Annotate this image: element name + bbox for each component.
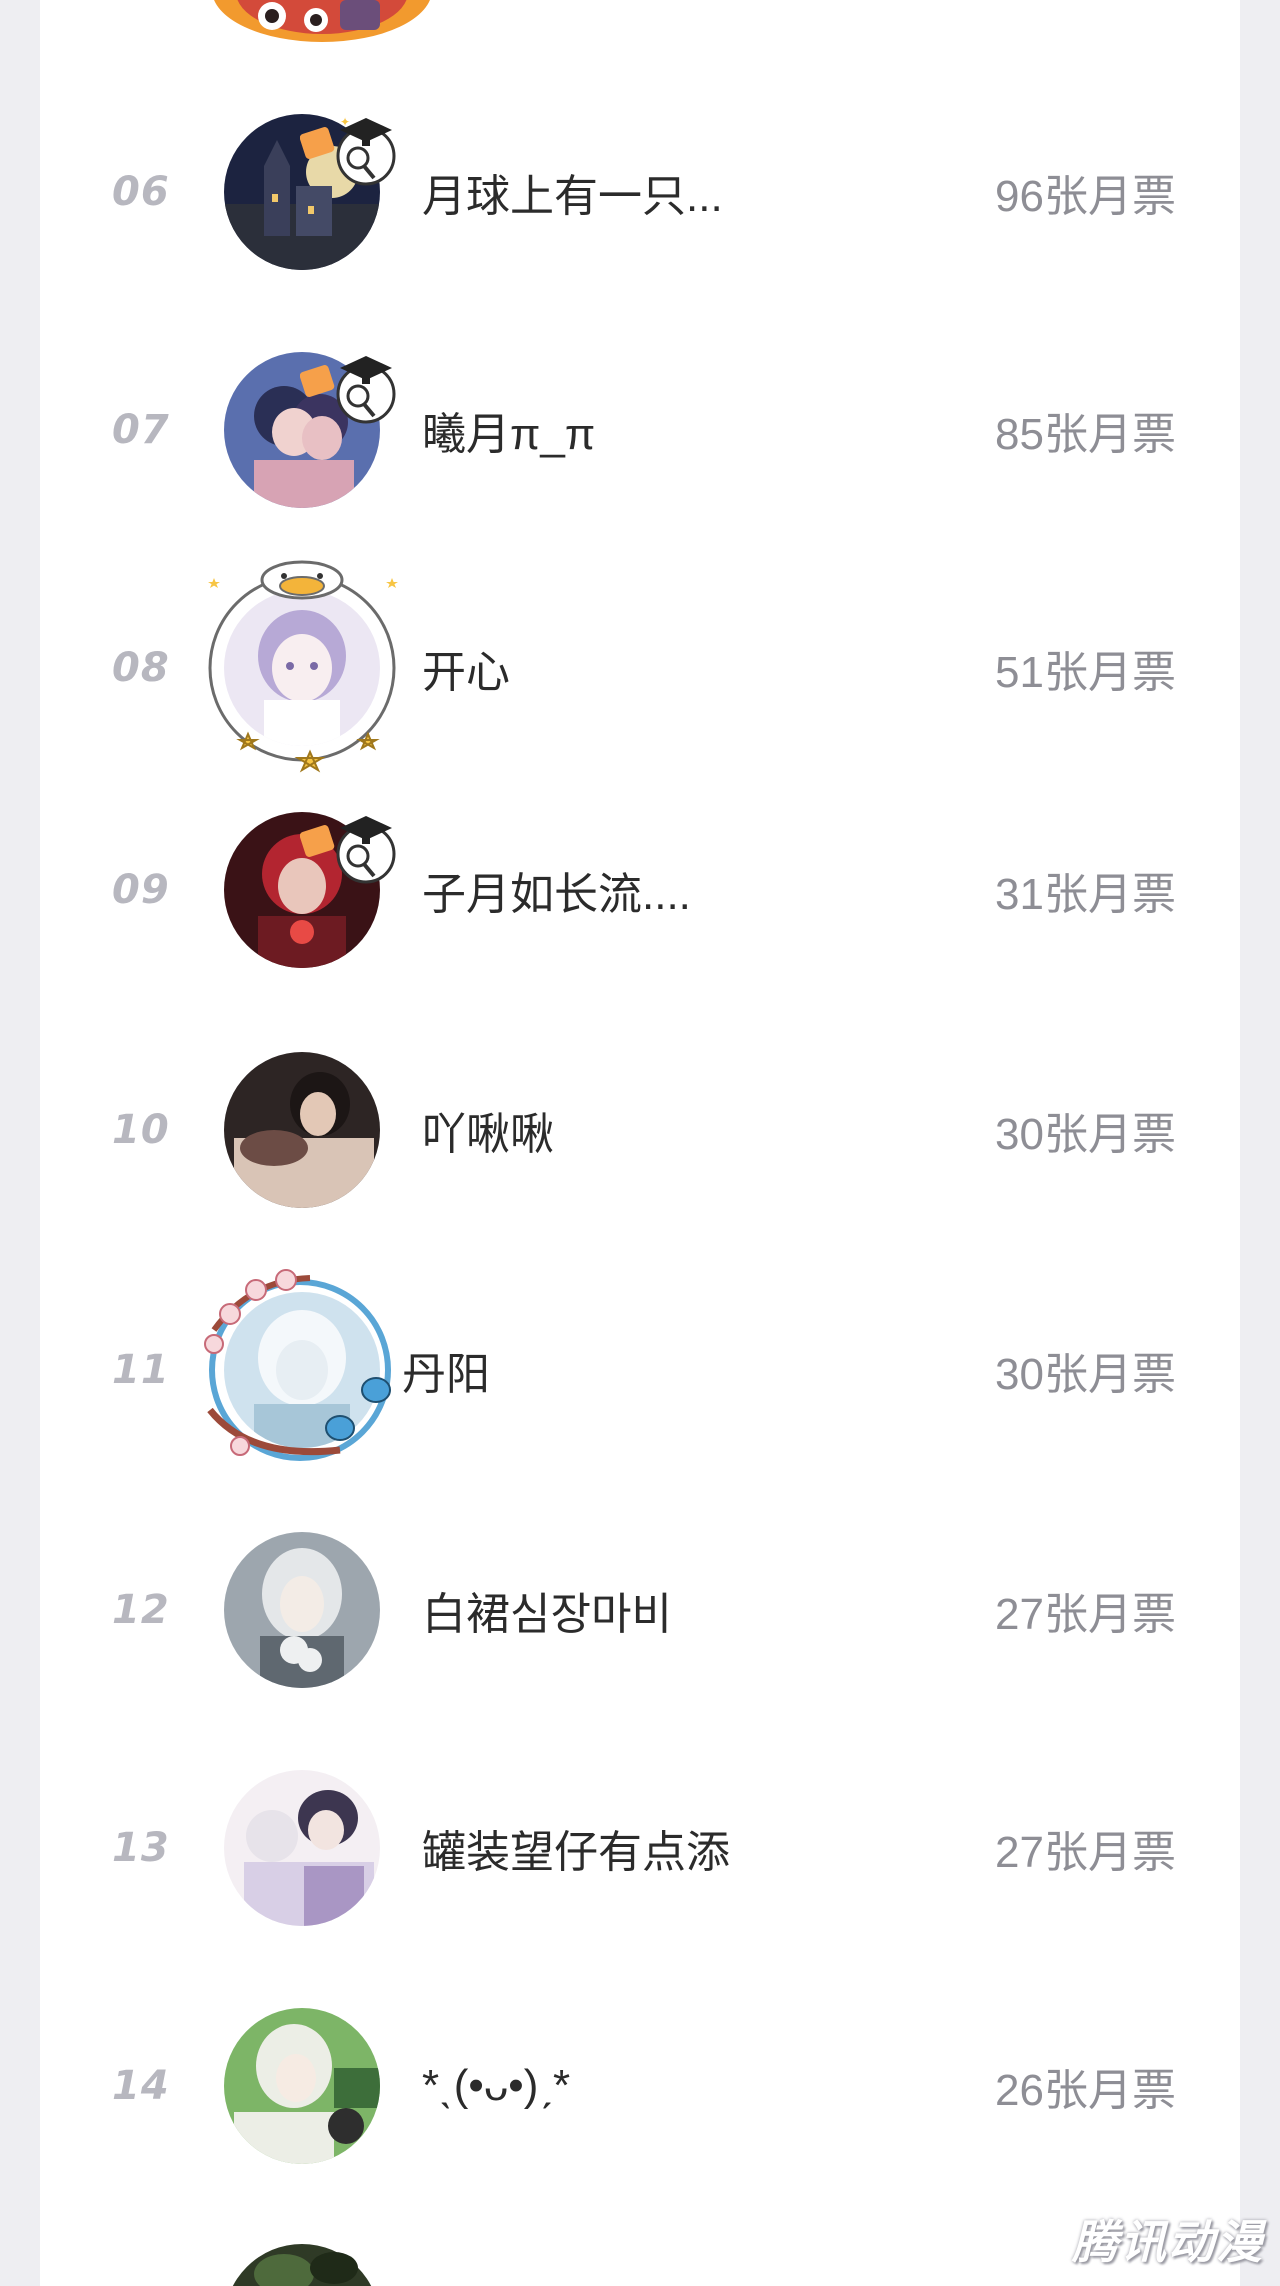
flower-frame-icon [204,1269,391,1461]
monthly-votes: 26张月票 [995,2066,1176,2115]
next-entry-avatar-partial [224,2244,380,2286]
user-name: 丹阳 [402,1350,490,1399]
watermark-logo: 腾讯动漫 [1072,2215,1264,2269]
monthly-votes: 85张月票 [995,410,1176,459]
user-name: 曦月π_π [422,410,596,459]
user-avatar[interactable] [224,1532,380,1688]
rank-number: 10 [112,1107,170,1153]
rank-number: 11 [112,1347,170,1393]
rank-number: 09 [112,867,170,913]
rank-number: 06 [112,169,170,215]
monthly-votes: 30张月票 [995,1110,1176,1159]
reader-badge-icon [300,816,396,884]
rank-number: 12 [112,1587,170,1633]
ranking-panel: 06 ✦ 月球上有一只... 96张月票 07 曦月π_π 85张月票 08 开… [40,0,1240,2286]
user-avatar[interactable] [224,1052,380,1208]
user-name: 白裙심장마비 [422,1590,672,1639]
ranking-row[interactable]: 09 子月如长流.... 31张月票 [40,800,1240,980]
monthly-votes: 27张月票 [995,1590,1176,1639]
reader-badge-icon [300,356,396,424]
user-name: 子月如长流.... [422,870,691,919]
ranking-row[interactable]: 06 ✦ 月球上有一只... 96张月票 [40,102,1240,282]
reader-badge-icon: ✦ [300,115,396,186]
avatar-frame-icon [208,560,398,773]
rank-number: 08 [112,645,170,691]
ranking-row[interactable]: 12 白裙심장마비 27张月票 [40,1520,1240,1700]
user-name: 月球上有一只... [422,172,723,221]
svg-text:✦: ✦ [340,115,350,129]
user-avatar[interactable] [224,2008,380,2164]
rank-number: 13 [112,1825,170,1871]
user-name: 吖啾啾 [422,1110,554,1159]
ranking-row[interactable]: 10 吖啾啾 30张月票 [40,1040,1240,1220]
user-name: 开心 [422,648,510,697]
rank-number: 07 [112,407,170,453]
monthly-votes: 96张月票 [995,172,1176,221]
monthly-votes: 27张月票 [995,1828,1176,1877]
ranking-row[interactable]: 13 罐装望仔有点添 27张月票 [40,1758,1240,1938]
user-name: *ˎ(•ᴗ•)ˏ* [422,2061,571,2110]
user-avatar[interactable] [224,1770,380,1926]
monthly-votes: 30张月票 [995,1350,1176,1399]
monthly-votes: 31张月票 [995,870,1176,919]
rank-number: 14 [112,2063,170,2109]
previous-entry-avatar-partial [212,0,432,44]
user-name: 罐装望仔有点添 [422,1828,730,1877]
monthly-votes: 51张月票 [995,648,1176,697]
ranking-row[interactable]: 08 开心 51张月票 [40,560,1240,773]
ranking-row[interactable]: 11 丹阳 30张月票 [40,1269,1240,1461]
ranking-row[interactable]: 14 *ˎ(•ᴗ•)ˏ* 26张月票 [40,1996,1240,2176]
ranking-row[interactable]: 07 曦月π_π 85张月票 [40,340,1240,520]
